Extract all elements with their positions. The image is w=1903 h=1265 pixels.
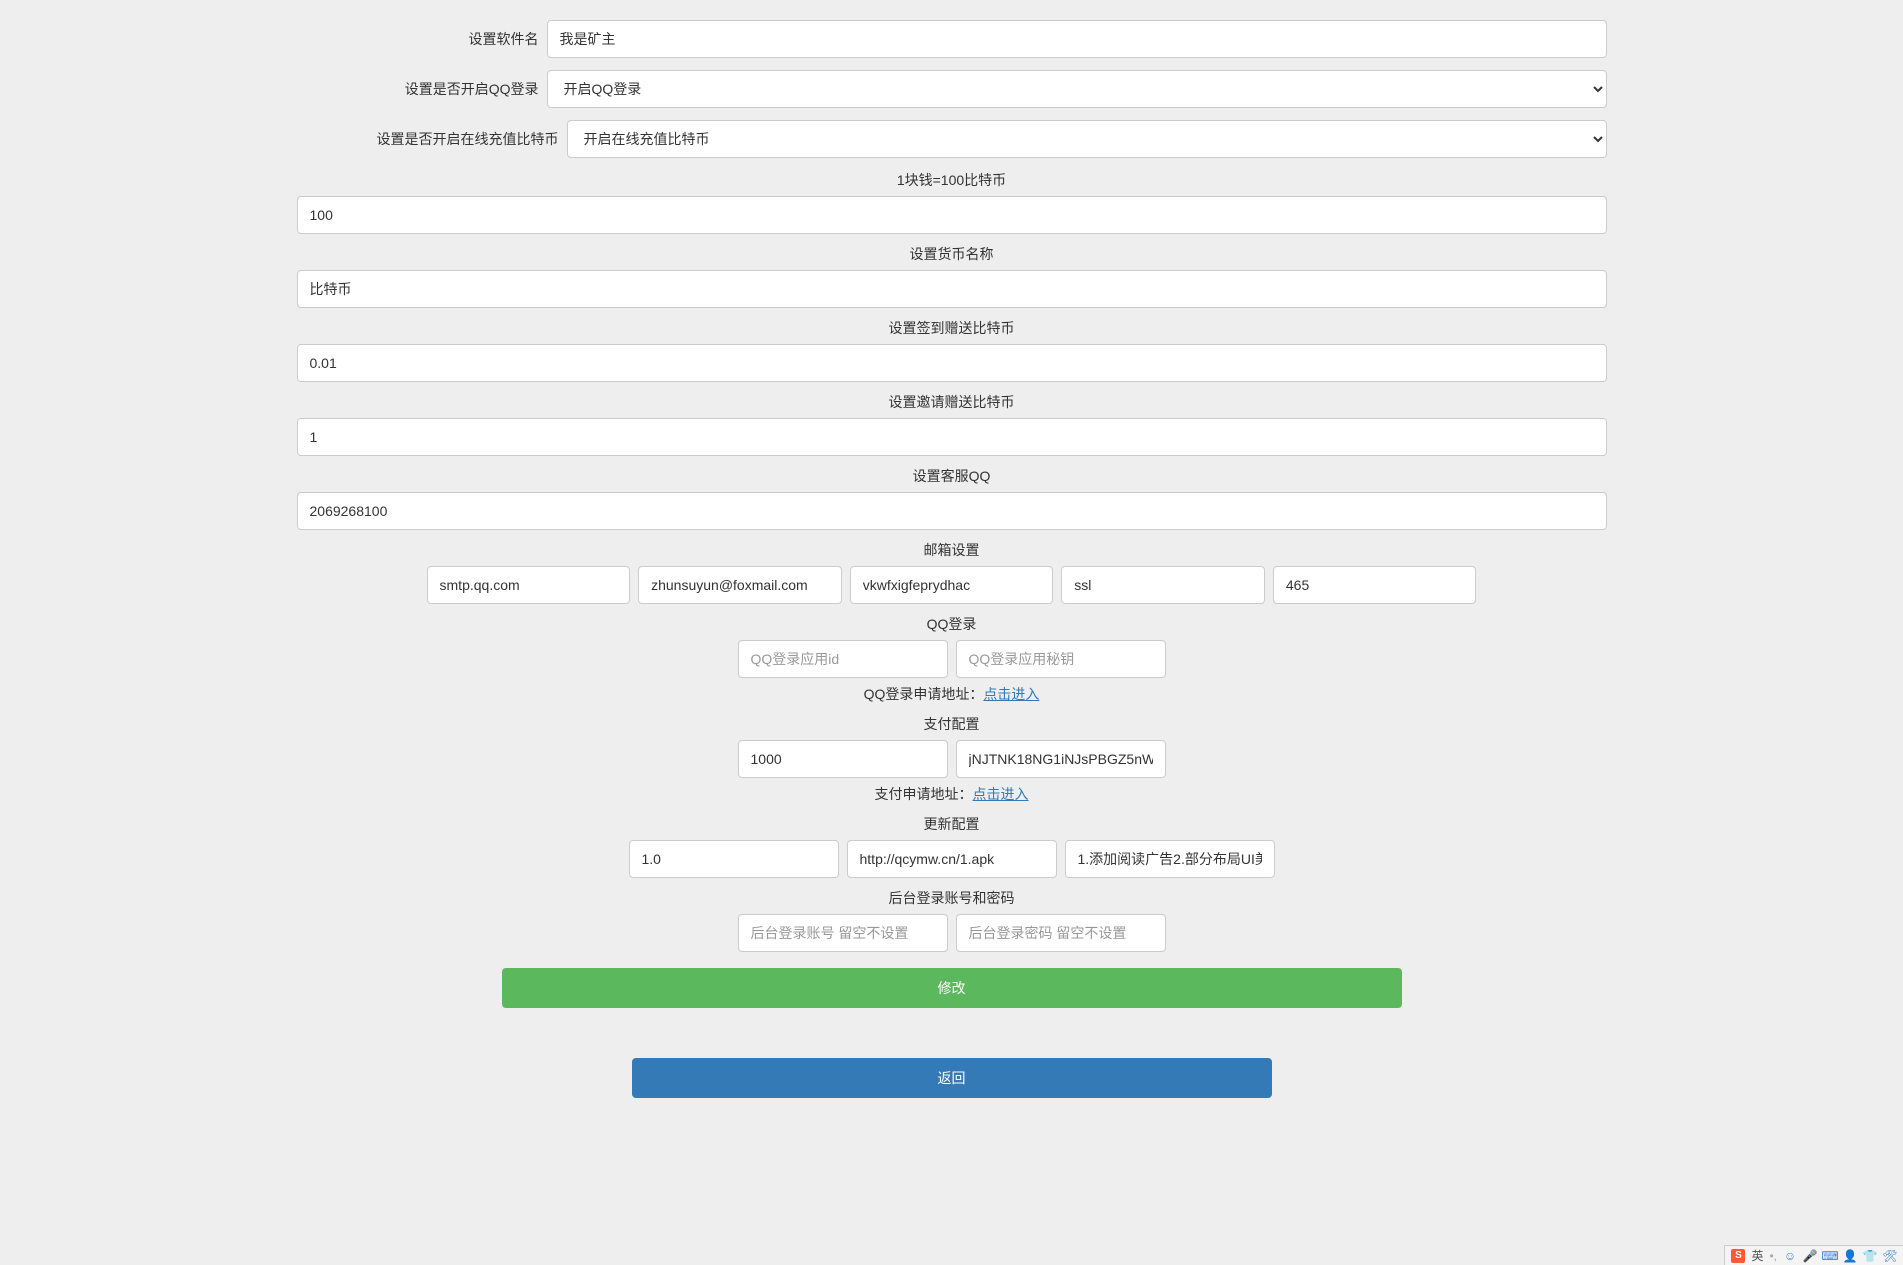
label-invite-bonus: 设置邀请赠送比特币: [889, 392, 1015, 412]
input-update-url[interactable]: [847, 840, 1057, 878]
qq-apply-prefix: QQ登录申请地址：: [864, 686, 984, 702]
section-admin-creds: 后台登录账号和密码: [297, 888, 1607, 952]
input-signin-bonus[interactable]: [297, 344, 1607, 382]
input-smtp-port[interactable]: [1273, 566, 1477, 604]
section-payment: 支付配置 支付申请地址：点击进入: [297, 714, 1607, 804]
section-qq-login: QQ登录 QQ登录申请地址：点击进入: [297, 614, 1607, 704]
label-customer-qq: 设置客服QQ: [913, 466, 991, 486]
qq-apply-link[interactable]: 点击进入: [983, 686, 1039, 702]
input-qq-app-id[interactable]: [738, 640, 948, 678]
payment-apply-link[interactable]: 点击进入: [973, 786, 1029, 802]
input-update-note[interactable]: [1065, 840, 1275, 878]
label-rate: 1块钱=100比特币: [897, 170, 1006, 190]
label-software-name: 设置软件名: [297, 29, 547, 49]
section-signin-bonus: 设置签到赠送比特币: [297, 318, 1607, 382]
payment-apply-prefix: 支付申请地址：: [875, 786, 973, 802]
input-update-version[interactable]: [629, 840, 839, 878]
section-rate: 1块钱=100比特币: [297, 170, 1607, 234]
label-update: 更新配置: [924, 814, 980, 834]
input-smtp-host[interactable]: [427, 566, 631, 604]
input-currency-name[interactable]: [297, 270, 1607, 308]
ime-sep-icon: •,: [1769, 1249, 1777, 1263]
row-software-name: 设置软件名: [297, 20, 1607, 58]
section-update: 更新配置: [297, 814, 1607, 878]
ime-logo-icon[interactable]: S: [1731, 1249, 1745, 1263]
label-currency-name: 设置货币名称: [910, 244, 994, 264]
label-payment: 支付配置: [924, 714, 980, 734]
person-icon[interactable]: 👤: [1843, 1249, 1857, 1263]
tools-icon[interactable]: 🛠: [1883, 1249, 1897, 1263]
emoji-icon[interactable]: ☺: [1783, 1249, 1797, 1263]
section-customer-qq: 设置客服QQ: [297, 466, 1607, 530]
label-mail: 邮箱设置: [924, 540, 980, 560]
payment-apply-link-row: 支付申请地址：点击进入: [875, 784, 1029, 804]
input-software-name[interactable]: [547, 20, 1607, 58]
taskbar: S 英 •, ☺ 🎤 ⌨ 👤 👕 🛠: [1724, 1245, 1903, 1265]
label-qq-login-section: QQ登录: [927, 614, 977, 634]
row-qq-login-toggle: 设置是否开启QQ登录 开启QQ登录: [297, 70, 1607, 108]
section-mail: 邮箱设置: [297, 540, 1607, 604]
select-recharge[interactable]: 开启在线充值比特币: [567, 120, 1607, 158]
back-button[interactable]: 返回: [632, 1058, 1272, 1098]
input-qq-app-secret[interactable]: [956, 640, 1166, 678]
input-smtp-user[interactable]: [638, 566, 842, 604]
input-admin-user[interactable]: [738, 914, 948, 952]
label-qq-login-toggle: 设置是否开启QQ登录: [297, 79, 547, 99]
ime-lang-text[interactable]: 英: [1751, 1247, 1763, 1264]
modify-button[interactable]: 修改: [502, 968, 1402, 1008]
input-smtp-secure[interactable]: [1061, 566, 1265, 604]
section-currency-name: 设置货币名称: [297, 244, 1607, 308]
input-pay-id[interactable]: [738, 740, 948, 778]
section-invite-bonus: 设置邀请赠送比特币: [297, 392, 1607, 456]
label-recharge-toggle: 设置是否开启在线充值比特币: [297, 129, 567, 149]
mic-icon[interactable]: 🎤: [1803, 1249, 1817, 1263]
qq-apply-link-row: QQ登录申请地址：点击进入: [864, 684, 1040, 704]
row-recharge-toggle: 设置是否开启在线充值比特币 开启在线充值比特币: [297, 120, 1607, 158]
select-qq-login[interactable]: 开启QQ登录: [547, 70, 1607, 108]
input-smtp-pass[interactable]: [850, 566, 1054, 604]
input-admin-pass[interactable]: [956, 914, 1166, 952]
input-customer-qq[interactable]: [297, 492, 1607, 530]
keyboard-icon[interactable]: ⌨: [1823, 1249, 1837, 1263]
input-invite-bonus[interactable]: [297, 418, 1607, 456]
label-admin-creds: 后台登录账号和密码: [889, 888, 1015, 908]
input-rate[interactable]: [297, 196, 1607, 234]
input-pay-key[interactable]: [956, 740, 1166, 778]
label-signin-bonus: 设置签到赠送比特币: [889, 318, 1015, 338]
skin-icon[interactable]: 👕: [1863, 1249, 1877, 1263]
